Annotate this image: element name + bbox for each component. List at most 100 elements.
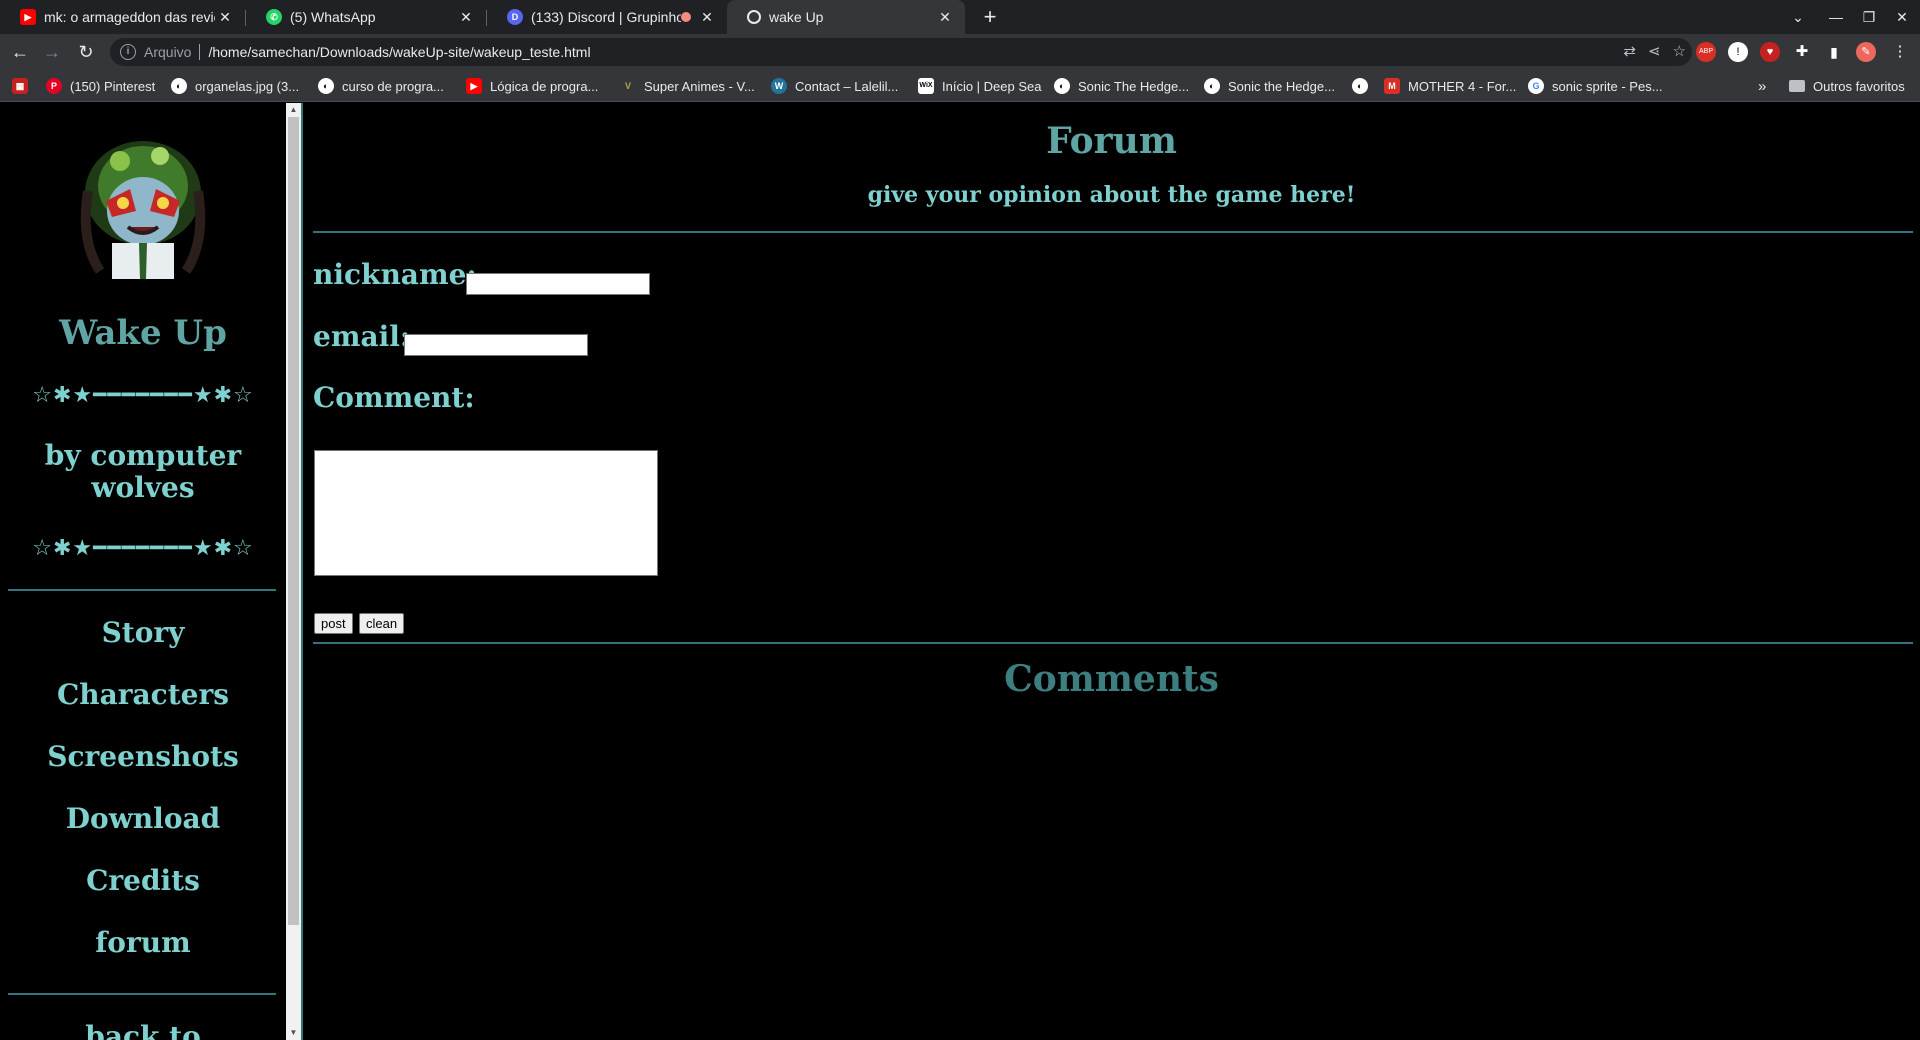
- extensions-puzzle-icon[interactable]: ✚: [1792, 42, 1812, 62]
- tab-search-icon[interactable]: ⌄: [1780, 0, 1816, 34]
- bookmark-item[interactable]: ◐: [1352, 76, 1376, 96]
- comments-heading: Comments: [1004, 658, 1219, 700]
- site-title: Wake Up: [59, 313, 227, 353]
- bookmark-item[interactable]: ◐ Sonic The Hedge...: [1054, 76, 1189, 96]
- reload-icon[interactable]: ↻: [74, 40, 98, 64]
- bookmark-item[interactable]: WiX Início | Deep Sea: [918, 76, 1042, 96]
- section-divider: [313, 231, 1913, 233]
- character-avatar: [80, 141, 206, 279]
- close-icon[interactable]: ✕: [215, 9, 235, 26]
- tab-title: (133) Discord | Grupinho A: [531, 9, 681, 25]
- globe-icon: ◐: [1054, 78, 1070, 94]
- nav-forum[interactable]: forum: [0, 926, 286, 959]
- tab-title: mk: o armageddon das review: [44, 9, 215, 25]
- page-subtitle: give your opinion about the game here!: [867, 182, 1356, 208]
- extension-red-icon[interactable]: ♥: [1760, 42, 1780, 62]
- tab-wake-up[interactable]: wake Up ✕: [727, 0, 965, 34]
- post-button[interactable]: post: [314, 613, 353, 634]
- clean-button[interactable]: clean: [359, 613, 405, 634]
- sidebar: Wake Up ☆✱★━━━━━━━★✱☆ by computer wolves…: [0, 103, 286, 1040]
- bookmark-item[interactable]: P (150) Pinterest: [46, 76, 155, 96]
- sidebar-divider: [8, 993, 276, 995]
- scroll-up-arrow[interactable]: ▲: [286, 103, 301, 117]
- restore-button[interactable]: ❐: [1851, 0, 1887, 34]
- tab-strip: ▶ mk: o armageddon das review ✕ ✆ (5) Wh…: [0, 0, 1920, 34]
- other-bookmarks-folder[interactable]: Outros favoritos: [1789, 76, 1905, 96]
- close-icon[interactable]: ✕: [697, 9, 717, 26]
- translate-icon[interactable]: ⇄: [1623, 42, 1636, 60]
- page-title: Forum: [1046, 120, 1177, 162]
- bookmark-item[interactable]: ◐ organelas.jpg (3...: [171, 76, 299, 96]
- info-icon[interactable]: i: [120, 44, 136, 60]
- tab-discord[interactable]: D (133) Discord | Grupinho A ✕: [487, 0, 727, 34]
- wordpress-icon: W: [771, 78, 787, 94]
- new-tab-button[interactable]: +: [977, 4, 1003, 30]
- mother4-icon: M: [1384, 78, 1400, 94]
- byline: by computer wolves: [44, 439, 242, 504]
- bookmark-apps[interactable]: ▦: [12, 76, 28, 96]
- globe-icon: ◐: [171, 78, 187, 94]
- share-icon[interactable]: ⋖: [1648, 42, 1661, 60]
- folder-icon: [1789, 80, 1805, 92]
- google-icon: G: [1528, 78, 1544, 94]
- globe-icon: ◐: [318, 78, 334, 94]
- close-icon[interactable]: ✕: [935, 9, 955, 26]
- main-content: Forum give your opinion about the game h…: [303, 103, 1920, 1040]
- adblock-icon[interactable]: ABP: [1696, 42, 1716, 62]
- bookmark-item[interactable]: W Contact – Lalelil...: [771, 76, 898, 96]
- nickname-input[interactable]: [466, 273, 650, 295]
- nav-download[interactable]: Download: [0, 802, 286, 835]
- bookmark-item[interactable]: ◐ Sonic the Hedge...: [1204, 76, 1335, 96]
- bookmarks-overflow-button[interactable]: »: [1758, 76, 1766, 96]
- discord-icon: D: [507, 9, 523, 25]
- bookmark-star-icon[interactable]: ☆: [1673, 42, 1686, 60]
- address-url[interactable]: /home/samechan/Downloads/wakeUp-site/wak…: [208, 44, 590, 60]
- email-input[interactable]: [404, 334, 588, 356]
- nav-story[interactable]: Story: [0, 616, 286, 649]
- side-panel-icon[interactable]: ▮: [1824, 42, 1844, 62]
- extension-info-icon[interactable]: !: [1728, 42, 1748, 62]
- whatsapp-icon: ✆: [266, 9, 282, 25]
- scroll-down-arrow[interactable]: ▼: [286, 1026, 301, 1040]
- youtube-icon: ▶: [466, 78, 482, 94]
- wix-icon: WiX: [918, 78, 934, 94]
- comment-label: Comment:: [313, 381, 475, 414]
- sidebar-scrollbar[interactable]: ▲ ▼: [286, 103, 301, 1040]
- nav-back-to[interactable]: back to: [0, 1020, 286, 1040]
- address-bar[interactable]: i Arquivo /home/samechan/Downloads/wakeU…: [110, 38, 1692, 66]
- back-icon[interactable]: ←: [8, 40, 32, 64]
- globe-icon: ◐: [1352, 78, 1368, 94]
- globe-icon: [747, 10, 761, 24]
- tab-youtube[interactable]: ▶ mk: o armageddon das review ✕: [0, 0, 245, 34]
- nav-screenshots[interactable]: Screenshots: [0, 740, 286, 773]
- pinterest-icon: P: [46, 78, 62, 94]
- email-label: email:: [313, 320, 411, 353]
- menu-kebab-icon[interactable]: ⋮: [1890, 42, 1910, 62]
- youtube-icon: ▶: [20, 9, 36, 25]
- decorative-divider: ☆✱★━━━━━━━★✱☆: [32, 383, 254, 408]
- profile-avatar[interactable]: ✎: [1856, 42, 1876, 62]
- decorative-divider: ☆✱★━━━━━━━★✱☆: [32, 536, 254, 561]
- browser-toolbar: ← → ↻ i Arquivo /home/samechan/Downloads…: [0, 34, 1920, 70]
- comment-textarea[interactable]: [314, 450, 658, 576]
- forward-icon[interactable]: →: [40, 40, 64, 64]
- globe-icon: ◐: [1204, 78, 1220, 94]
- recording-icon: [681, 12, 691, 22]
- close-window-button[interactable]: ✕: [1884, 0, 1920, 34]
- bookmark-item[interactable]: V Super Animes - V...: [620, 76, 755, 96]
- address-scheme-label: Arquivo: [144, 44, 192, 60]
- nav-credits[interactable]: Credits: [0, 864, 286, 897]
- nav-characters[interactable]: Characters: [0, 678, 286, 711]
- apps-icon: ▦: [12, 78, 28, 94]
- bookmark-item[interactable]: Gsonic sprite - Pes...: [1528, 76, 1663, 96]
- close-icon[interactable]: ✕: [456, 9, 476, 26]
- tab-whatsapp[interactable]: ✆ (5) WhatsApp ✕: [246, 0, 486, 34]
- bookmarks-bar: ▦ P (150) Pinterest ◐ organelas.jpg (3... …: [0, 70, 1920, 102]
- nickname-label: nickname:: [313, 258, 477, 291]
- bookmark-item[interactable]: ▶ Lógica de progra...: [466, 76, 598, 96]
- sidebar-divider: [8, 589, 276, 591]
- minimize-button[interactable]: —: [1818, 0, 1854, 34]
- bookmark-item[interactable]: M MOTHER 4 - For...: [1384, 76, 1516, 96]
- bookmark-item[interactable]: ◐ curso de progra...: [318, 76, 444, 96]
- scroll-thumb[interactable]: [288, 117, 299, 925]
